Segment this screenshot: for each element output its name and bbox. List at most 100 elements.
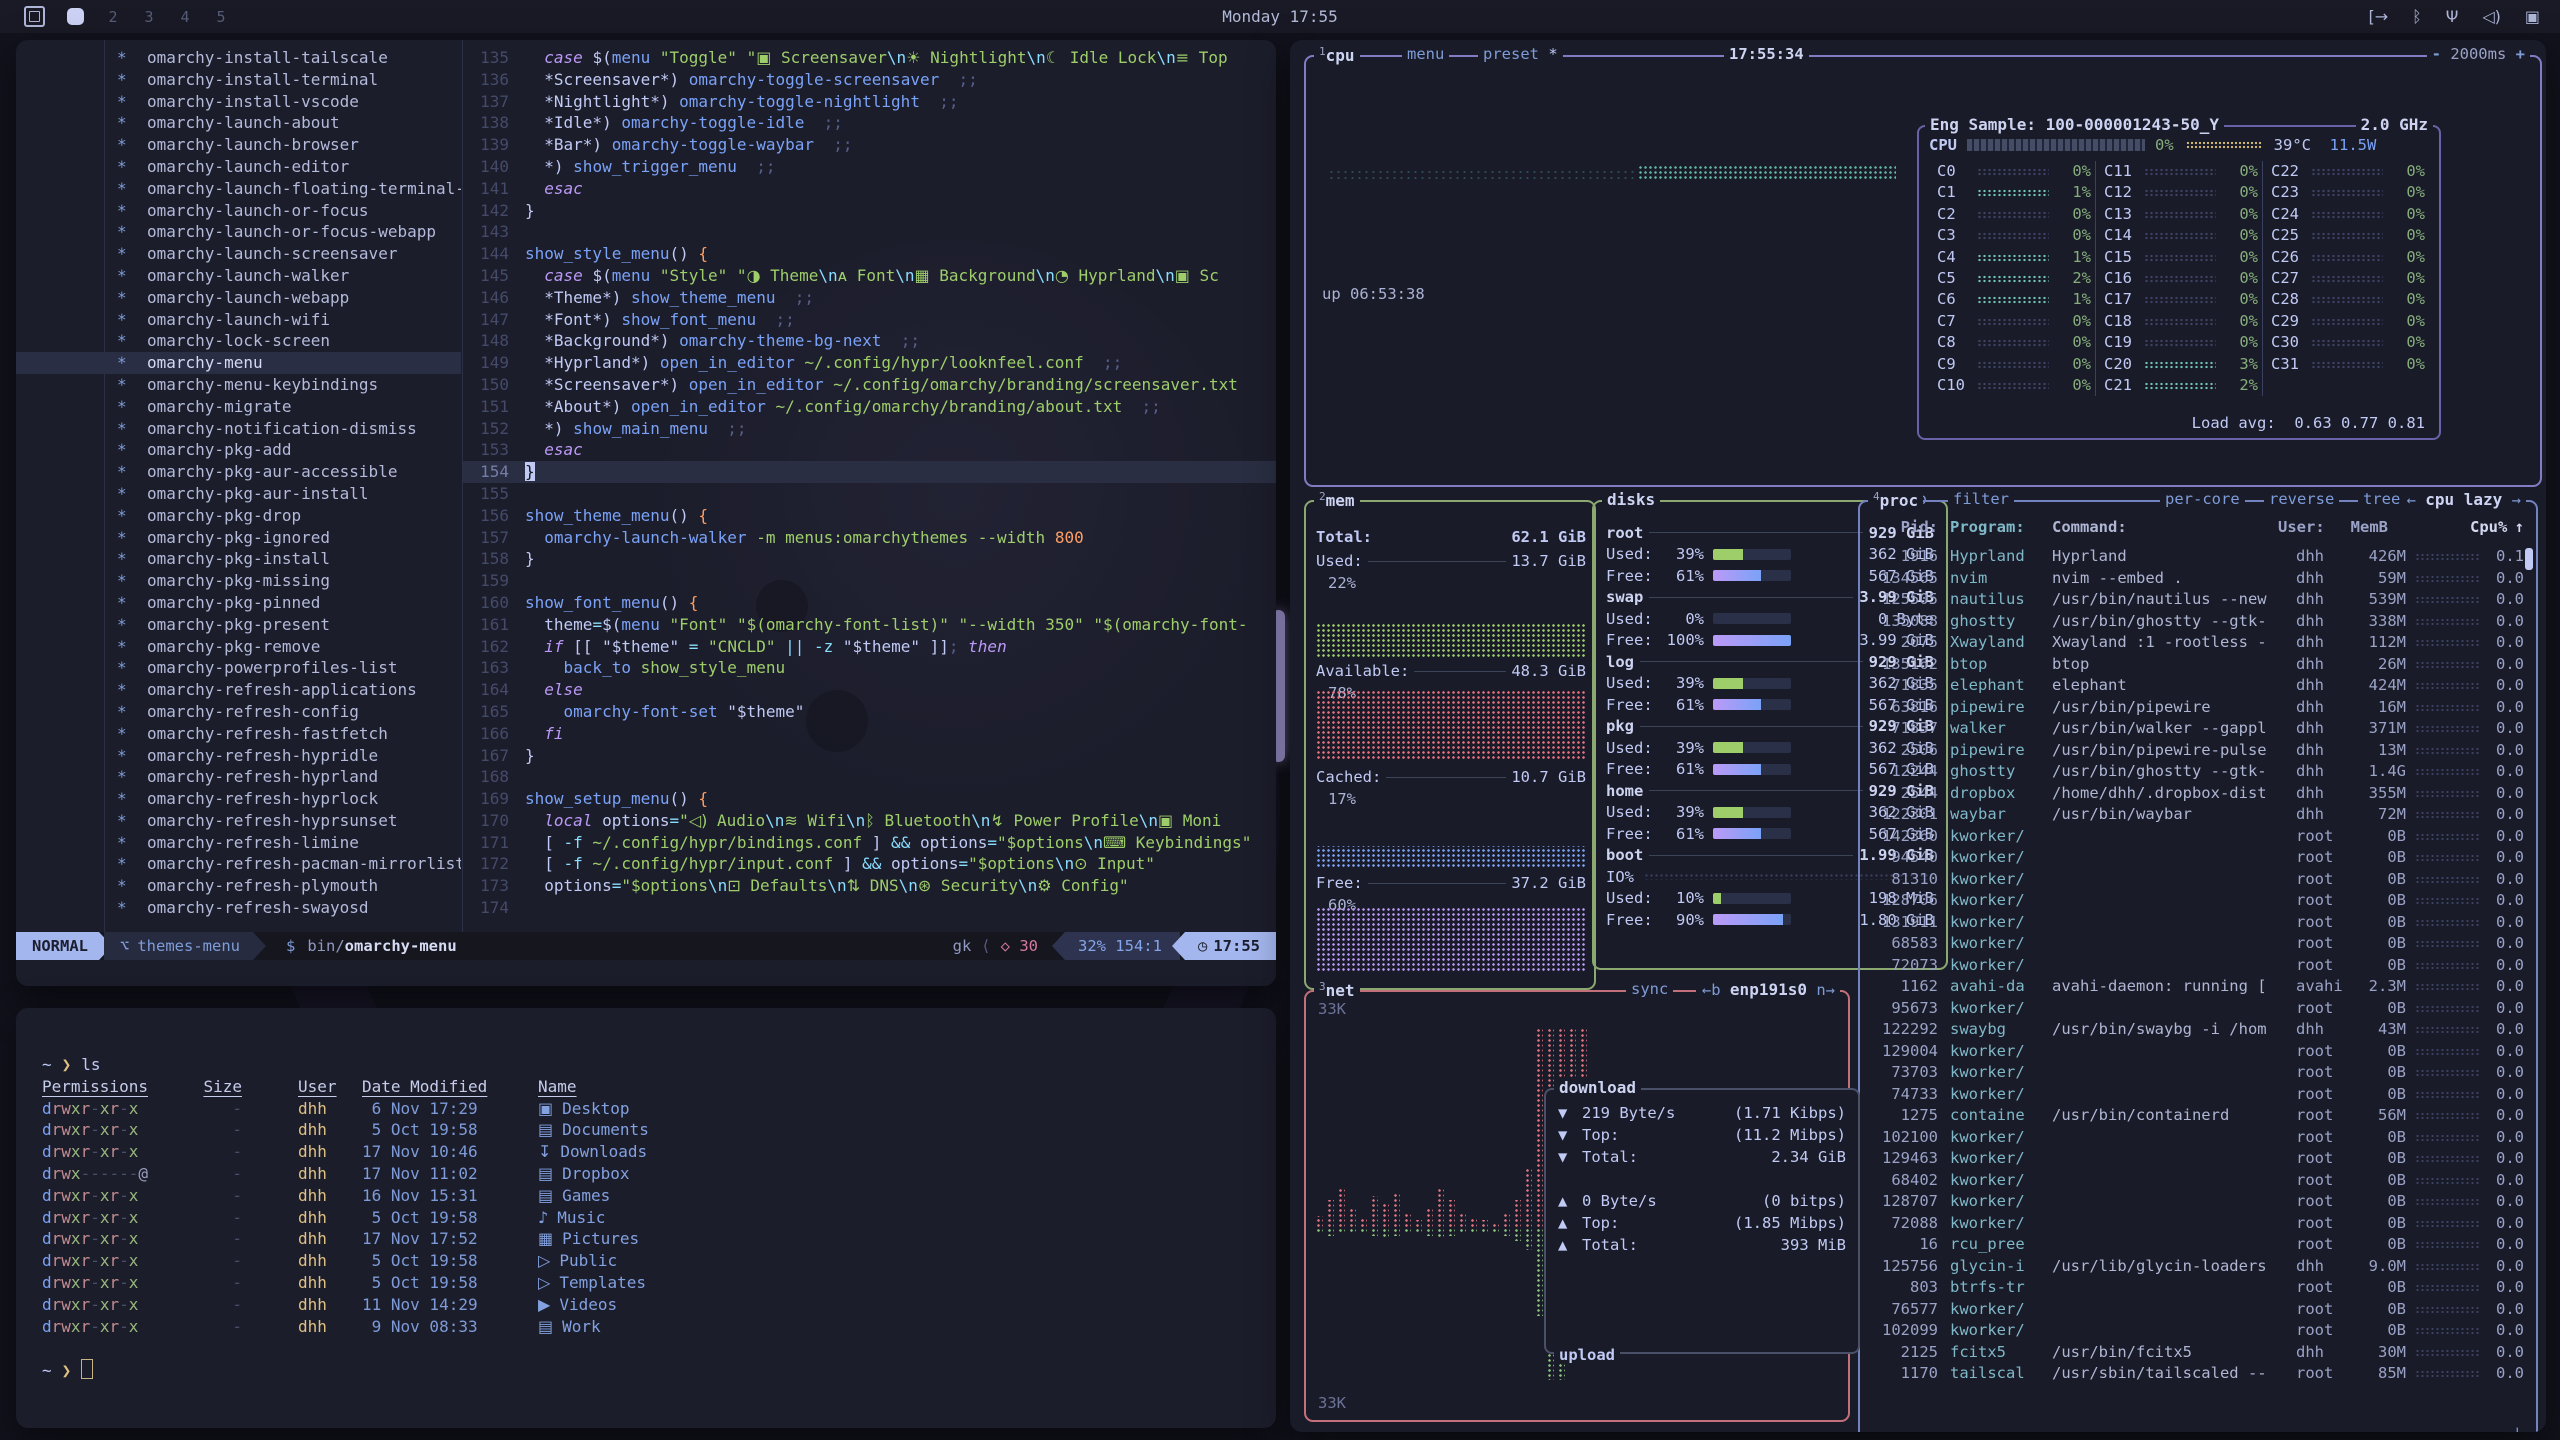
file-item[interactable]: *omarchy-refresh-plymouth xyxy=(16,875,461,897)
scroll-down-arrow[interactable]: ↓ xyxy=(2513,1422,2522,1432)
process-row[interactable]: 102100kworker/root0B0.0 xyxy=(1872,1127,2524,1149)
file-item[interactable]: *omarchy-lock-screen xyxy=(16,330,461,352)
workspace-4[interactable]: 4 xyxy=(178,8,192,26)
process-row[interactable]: 68402kworker/root0B0.0 xyxy=(1872,1170,2524,1192)
workspace-1-active[interactable] xyxy=(67,8,84,25)
process-row[interactable]: 142360kworker/root0B0.0 xyxy=(1872,826,2524,848)
process-row[interactable]: 803btrfs-trroot0B0.0 xyxy=(1872,1277,2524,1299)
volume-icon[interactable]: ◁) xyxy=(2482,7,2501,26)
per-core-button[interactable]: per-core xyxy=(2160,490,2245,508)
process-row[interactable]: 128706kworker/root0B0.0 xyxy=(1872,890,2524,912)
reverse-button[interactable]: reverse xyxy=(2264,490,2339,508)
file-item[interactable]: *omarchy-pkg-aur-accessible xyxy=(16,461,461,483)
process-row[interactable]: 135088ghostty/usr/bin/ghostty --gtk-dhh3… xyxy=(1872,611,2524,633)
bluetooth-icon[interactable]: ᛒ xyxy=(2412,7,2422,26)
file-item[interactable]: *omarchy-pkg-missing xyxy=(16,570,461,592)
file-item[interactable]: *omarchy-menu xyxy=(16,352,461,374)
process-row[interactable]: 122292swaybg/usr/bin/swaybg -i /homdhh43… xyxy=(1872,1019,2524,1041)
file-item[interactable]: *omarchy-refresh-swayosd xyxy=(16,897,461,919)
file-item[interactable]: *omarchy-pkg-add xyxy=(16,439,461,461)
file-item[interactable]: *omarchy-refresh-hyprsunset xyxy=(16,810,461,832)
process-row[interactable]: 12244ghostty/usr/bin/ghostty --gtk-dhh1.… xyxy=(1872,761,2524,783)
process-row[interactable]: 2544dropbox/home/dhh/.dropbox-distdhh355… xyxy=(1872,783,2524,805)
process-row[interactable]: 94540kworker/root0B0.0 xyxy=(1872,847,2524,869)
prompt-line-active[interactable]: ~❯ xyxy=(42,1359,1276,1381)
process-row[interactable]: 1916HyprlandHyprlanddhh426M0.1 xyxy=(1872,546,2524,568)
process-row[interactable]: 134565nvimnvim --embed .dhh59M0.0 xyxy=(1872,568,2524,590)
process-row[interactable]: 129463kworker/root0B0.0 xyxy=(1872,1148,2524,1170)
process-row[interactable]: 129004kworker/root0B0.0 xyxy=(1872,1041,2524,1063)
process-row[interactable]: 135162btopbtopdhh26M0.0 xyxy=(1872,654,2524,676)
process-row[interactable]: 131911kworker/root0B0.0 xyxy=(1872,912,2524,934)
cpu-box-title[interactable]: 1cpu xyxy=(1314,45,1360,65)
net-interface[interactable]: ←b enp191s0 n→ xyxy=(1697,980,1840,999)
process-row[interactable]: 122301waybar/usr/bin/waybardhh72M0.0 xyxy=(1872,804,2524,826)
process-row[interactable]: 1275containe/usr/bin/containerdroot56M0.… xyxy=(1872,1105,2524,1127)
file-item[interactable]: *omarchy-pkg-install xyxy=(16,548,461,570)
process-row[interactable]: 102099kworker/root0B0.0 xyxy=(1872,1320,2524,1342)
file-item[interactable]: *omarchy-launch-or-focus xyxy=(16,200,461,222)
net-sync-button[interactable]: sync xyxy=(1626,980,1673,998)
file-item[interactable]: *omarchy-launch-webapp xyxy=(16,287,461,309)
process-row[interactable]: 125756glycin-i/usr/lib/glycin-loadersdhh… xyxy=(1872,1256,2524,1278)
process-row[interactable]: 72088kworker/root0B0.0 xyxy=(1872,1213,2524,1235)
file-item[interactable]: *omarchy-powerprofiles-list xyxy=(16,657,461,679)
process-box-title[interactable]: 4proc xyxy=(1868,490,1923,510)
process-row[interactable]: 2125fcitx5/usr/bin/fcitx5dhh30M0.0 xyxy=(1872,1342,2524,1364)
screen-capture-icon[interactable] xyxy=(24,6,45,27)
process-row[interactable]: 1170tailscal/usr/sbin/tailscaled --root8… xyxy=(1872,1363,2524,1385)
process-row[interactable]: 71837walker/usr/bin/walker --gappldhh371… xyxy=(1872,718,2524,740)
process-row[interactable]: 76577kworker/root0B0.0 xyxy=(1872,1299,2524,1321)
process-row[interactable]: 72073kworker/root0B0.0 xyxy=(1872,955,2524,977)
process-row[interactable]: 2506pipewire/usr/bin/pipewire-pulsedhh13… xyxy=(1872,740,2524,762)
network-icon[interactable]: Ψ xyxy=(2446,7,2459,26)
file-item[interactable]: *omarchy-pkg-drop xyxy=(16,505,461,527)
file-item[interactable]: *omarchy-launch-walker xyxy=(16,265,461,287)
file-item[interactable]: *omarchy-refresh-pacman-mirrorlist xyxy=(16,853,461,875)
file-item[interactable]: *omarchy-launch-floating-terminal- xyxy=(16,178,461,200)
file-item[interactable]: *omarchy-refresh-config xyxy=(16,701,461,723)
file-item[interactable]: *omarchy-install-vscode xyxy=(16,91,461,113)
file-item[interactable]: *omarchy-refresh-hyprlock xyxy=(16,788,461,810)
process-row[interactable]: 125505nautilus/usr/bin/nautilus --newdhh… xyxy=(1872,589,2524,611)
file-item[interactable]: *omarchy-pkg-present xyxy=(16,614,461,636)
file-item[interactable]: *omarchy-launch-browser xyxy=(16,134,461,156)
file-item[interactable]: *omarchy-refresh-applications xyxy=(16,679,461,701)
process-row[interactable]: 95673kworker/root0B0.0 xyxy=(1872,998,2524,1020)
process-row[interactable]: 16rcu_preeroot0B0.0 xyxy=(1872,1234,2524,1256)
workspace-2[interactable]: 2 xyxy=(106,8,120,26)
process-row[interactable]: 81310kworker/root0B0.0 xyxy=(1872,869,2524,891)
file-item[interactable]: *omarchy-launch-wifi xyxy=(16,309,461,331)
file-item[interactable]: *omarchy-menu-keybindings xyxy=(16,374,461,396)
file-item[interactable]: *omarchy-refresh-fastfetch xyxy=(16,723,461,745)
process-row[interactable]: 128707kworker/root0B0.0 xyxy=(1872,1191,2524,1213)
preset-button[interactable]: preset * xyxy=(1478,45,1563,63)
logout-icon[interactable]: [→ xyxy=(2368,7,2388,26)
file-item[interactable]: *omarchy-launch-editor xyxy=(16,156,461,178)
file-item[interactable]: *omarchy-pkg-aur-install xyxy=(16,483,461,505)
process-row[interactable]: 2075XwaylandXwayland :1 -rootless -dhh11… xyxy=(1872,632,2524,654)
process-row[interactable]: 73703kworker/root0B0.0 xyxy=(1872,1062,2524,1084)
network-box-title[interactable]: 3net xyxy=(1314,980,1360,1000)
process-row[interactable]: 68583kworker/root0B0.0 xyxy=(1872,933,2524,955)
file-item[interactable]: *omarchy-launch-screensaver xyxy=(16,243,461,265)
file-item[interactable]: *omarchy-launch-or-focus-webapp xyxy=(16,221,461,243)
file-item[interactable]: *omarchy-install-terminal xyxy=(16,69,461,91)
file-item[interactable]: *omarchy-refresh-hypridle xyxy=(16,745,461,767)
workspace-5[interactable]: 5 xyxy=(214,8,228,26)
update-interval[interactable]: - 2000ms + xyxy=(2427,45,2530,63)
file-item[interactable]: *omarchy-refresh-limine xyxy=(16,832,461,854)
process-row[interactable]: 63816pipewire/usr/bin/pipewiredhh16M0.0 xyxy=(1872,697,2524,719)
file-item[interactable]: *omarchy-pkg-pinned xyxy=(16,592,461,614)
sort-selector[interactable]: ← cpu lazy → xyxy=(2402,490,2526,509)
process-row[interactable]: 74733kworker/root0B0.0 xyxy=(1872,1084,2524,1106)
process-row[interactable]: 71835elephantelephantdhh424M0.0 xyxy=(1872,675,2524,697)
file-item[interactable]: *omarchy-install-tailscale xyxy=(16,47,461,69)
file-item[interactable]: *omarchy-pkg-ignored xyxy=(16,527,461,549)
file-item[interactable]: *omarchy-launch-about xyxy=(16,112,461,134)
chip-icon[interactable]: ▣ xyxy=(2525,7,2540,26)
process-scrollbar[interactable] xyxy=(2525,548,2533,570)
workspace-3[interactable]: 3 xyxy=(142,8,156,26)
file-item[interactable]: *omarchy-pkg-remove xyxy=(16,636,461,658)
menu-button[interactable]: menu xyxy=(1402,45,1449,63)
